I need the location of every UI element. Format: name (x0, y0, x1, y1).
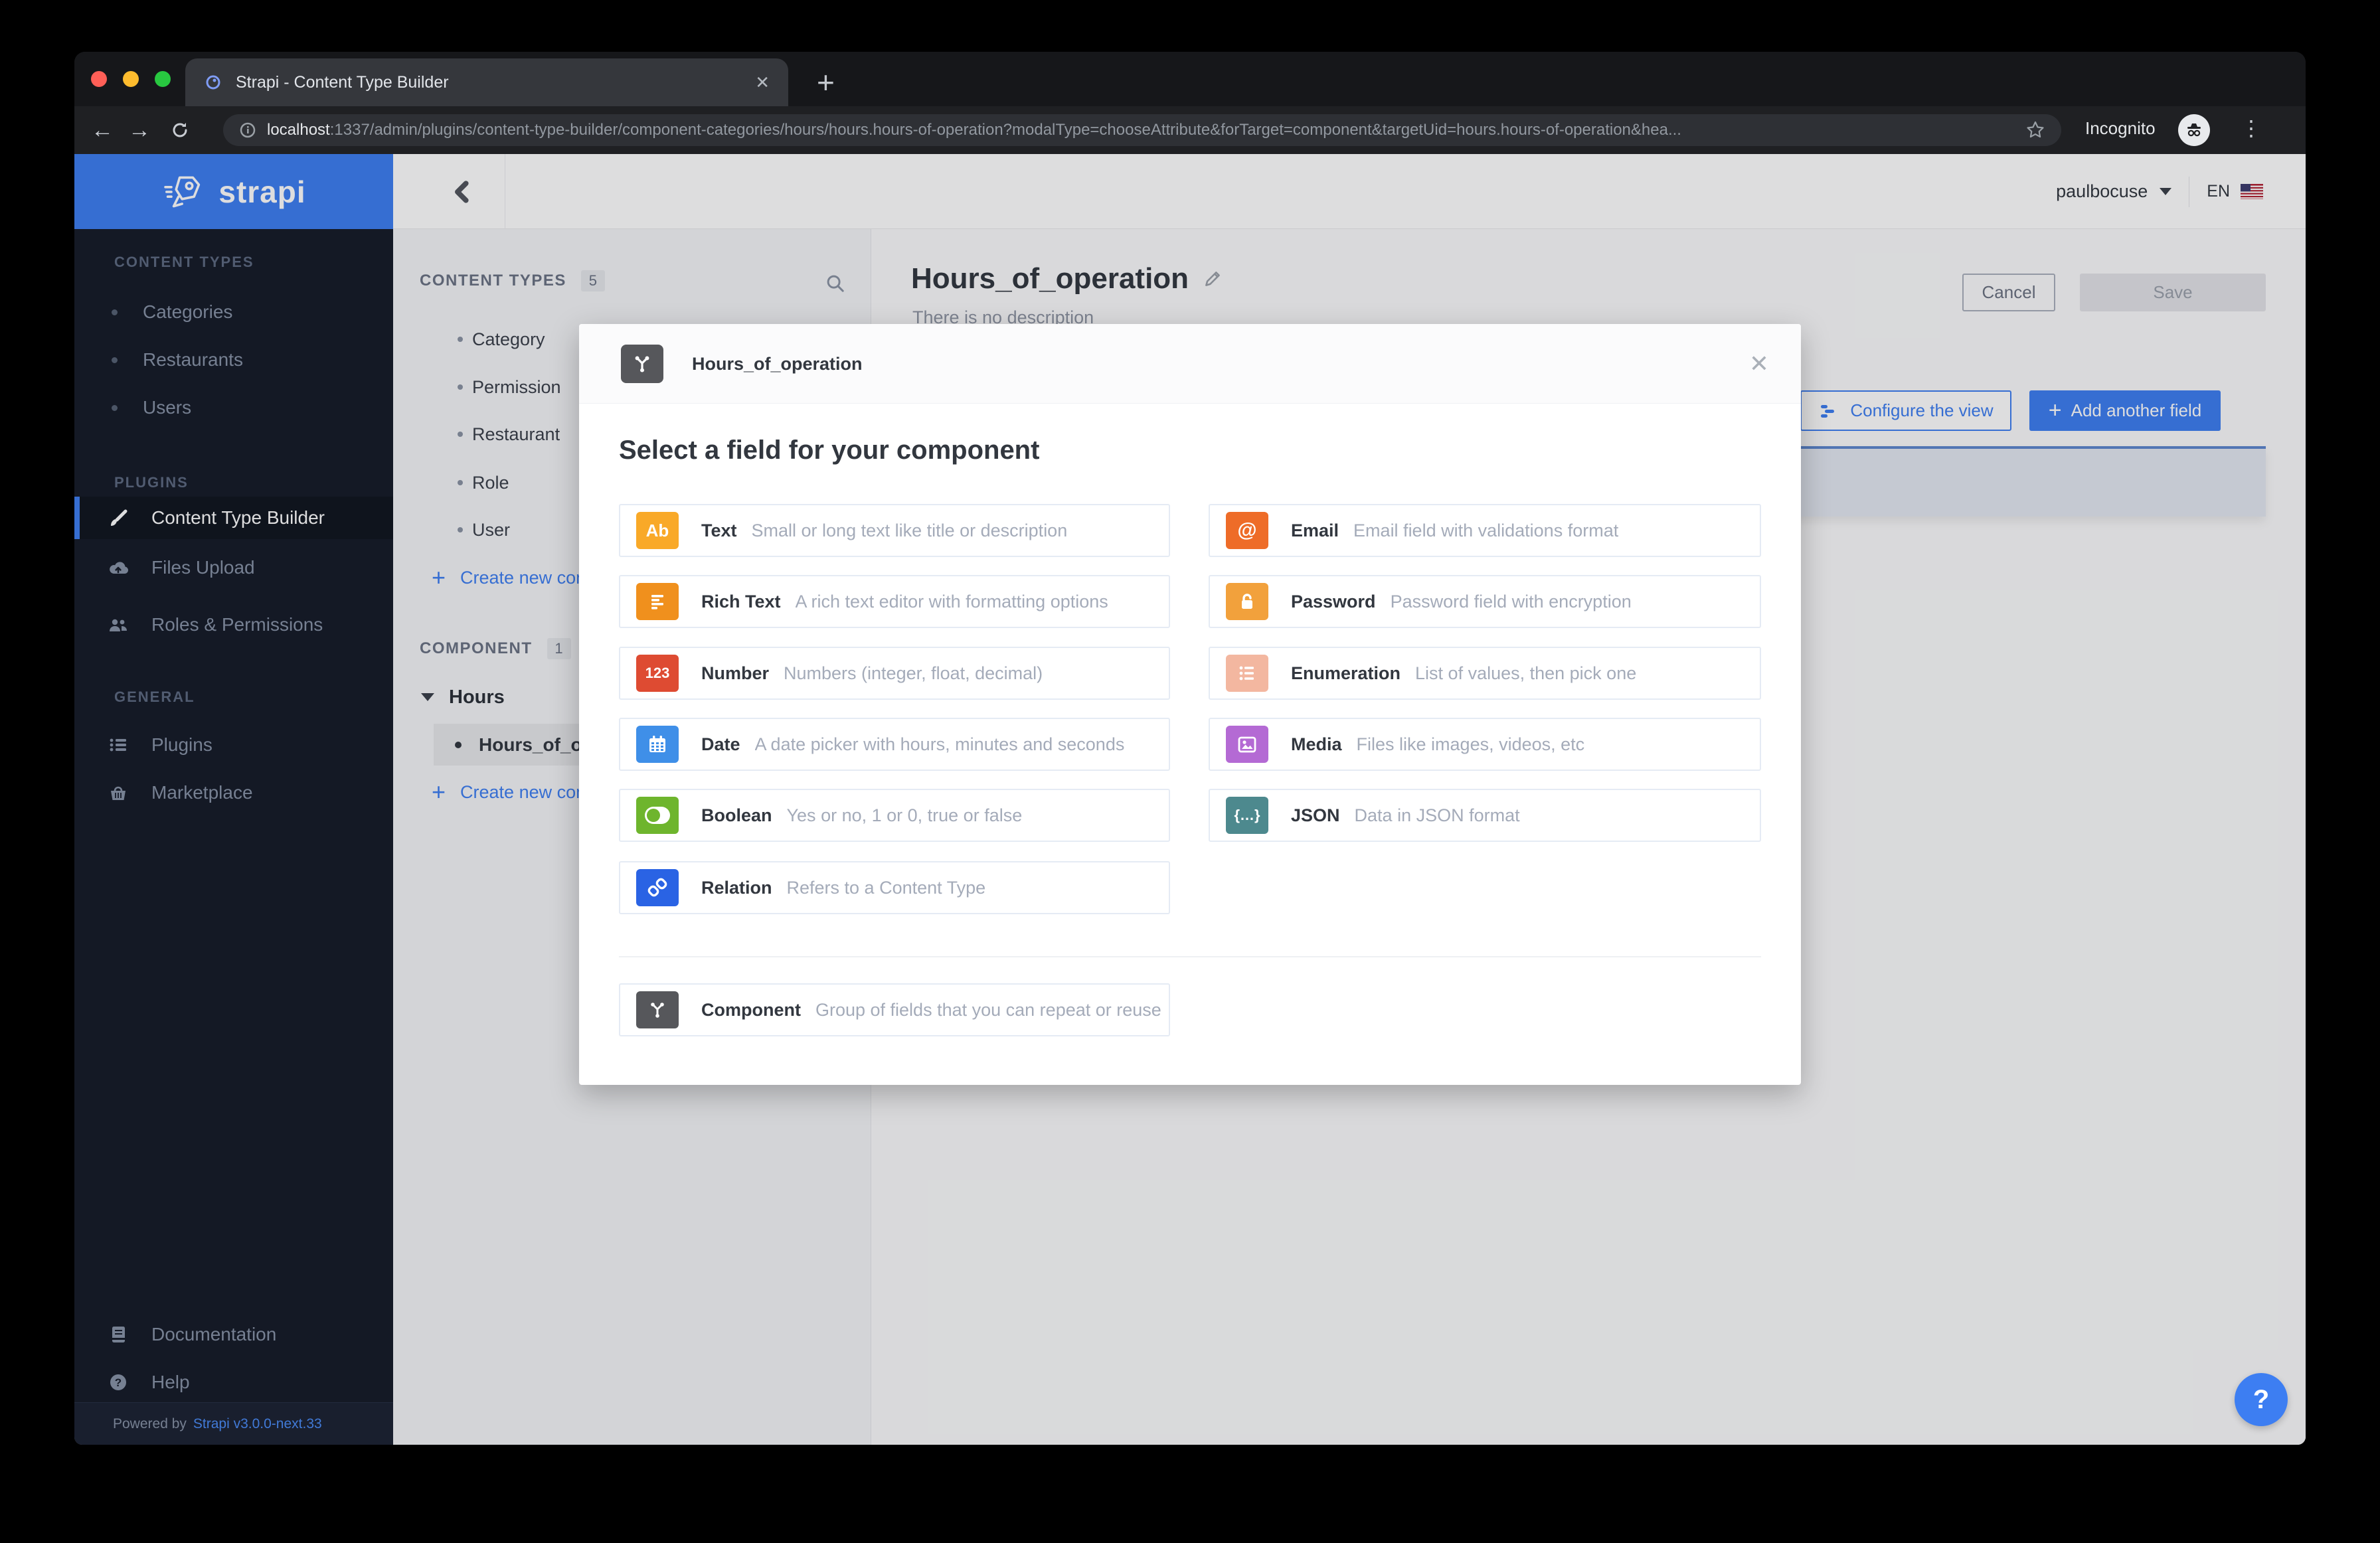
modal-divider (619, 956, 1761, 957)
bookmark-star-icon[interactable] (2025, 120, 2045, 140)
number-field-icon: 123 (636, 655, 679, 692)
incognito-icon (2178, 114, 2210, 146)
close-icon[interactable]: ✕ (1749, 324, 1769, 404)
choose-attribute-modal: Hours_of_operation ✕ Select a field for … (579, 324, 1801, 1085)
tab-close-icon[interactable]: ✕ (755, 72, 770, 93)
boolean-field-icon (636, 797, 679, 834)
field-card-text[interactable]: Ab Text Small or long text like title or … (619, 504, 1170, 557)
new-tab-button[interactable]: + (817, 64, 835, 101)
password-field-icon (1226, 583, 1268, 620)
browser-window: Strapi - Content Type Builder ✕ + ← → lo… (74, 52, 2306, 1445)
macos-close-button[interactable] (91, 71, 107, 87)
field-card-boolean[interactable]: Boolean Yes or no, 1 or 0, true or false (619, 789, 1170, 842)
admin-content: strapi CONTENT TYPES Categories Restaura… (74, 154, 2306, 1445)
forward-icon[interactable]: → (121, 118, 158, 143)
component-icon (621, 345, 663, 383)
reload-icon[interactable] (169, 119, 191, 141)
relation-field-icon (636, 869, 679, 906)
field-card-email[interactable]: @ Email Email field with validations form… (1209, 504, 1761, 557)
field-card-date[interactable]: Date A date picker with hours, minutes an… (619, 718, 1170, 771)
field-card-json[interactable]: {…} JSON Data in JSON format (1209, 789, 1761, 842)
browser-tab[interactable]: Strapi - Content Type Builder ✕ (185, 58, 788, 106)
macos-minimize-button[interactable] (123, 71, 139, 87)
browser-tabstrip: Strapi - Content Type Builder ✕ + (74, 52, 2306, 106)
field-card-enumeration[interactable]: Enumeration List of values, then pick one (1209, 647, 1761, 700)
browser-toolbar: ← → localhost:1337/admin/plugins/content… (74, 106, 2306, 154)
component-field-icon (636, 991, 679, 1028)
site-info-icon[interactable] (239, 122, 256, 139)
email-field-icon: @ (1226, 512, 1268, 549)
back-icon[interactable]: ← (84, 118, 121, 143)
richtext-field-icon (636, 583, 679, 620)
enumeration-field-icon (1226, 655, 1268, 692)
tab-title: Strapi - Content Type Builder (236, 72, 449, 92)
modal-header: Hours_of_operation ✕ (579, 324, 1801, 404)
incognito-label: Incognito (2085, 118, 2156, 138)
macos-zoom-button[interactable] (155, 71, 171, 87)
modal-title: Hours_of_operation (692, 353, 863, 374)
url-bar[interactable]: localhost:1337/admin/plugins/content-typ… (223, 114, 2061, 146)
json-field-icon: {…} (1226, 797, 1268, 834)
toggle-icon (645, 807, 670, 824)
field-card-richtext[interactable]: Rich Text A rich text editor with formatt… (619, 575, 1170, 628)
field-card-component[interactable]: Component Group of fields that you can re… (619, 983, 1170, 1036)
media-field-icon (1226, 726, 1268, 763)
help-button[interactable]: ? (2235, 1373, 2288, 1426)
field-card-media[interactable]: Media Files like images, videos, etc (1209, 718, 1761, 771)
field-card-number[interactable]: 123 Number Numbers (integer, float, decim… (619, 647, 1170, 700)
field-card-relation[interactable]: Relation Refers to a Content Type (619, 861, 1170, 914)
browser-menu-icon[interactable]: ⋮ (2241, 116, 2262, 141)
url-text: localhost:1337/admin/plugins/content-typ… (267, 121, 1681, 139)
date-field-icon (636, 726, 679, 763)
modal-heading: Select a field for your component (619, 436, 1040, 465)
field-card-password[interactable]: Password Password field with encryption (1209, 575, 1761, 628)
strapi-favicon (206, 75, 220, 90)
text-field-icon: Ab (636, 512, 679, 549)
